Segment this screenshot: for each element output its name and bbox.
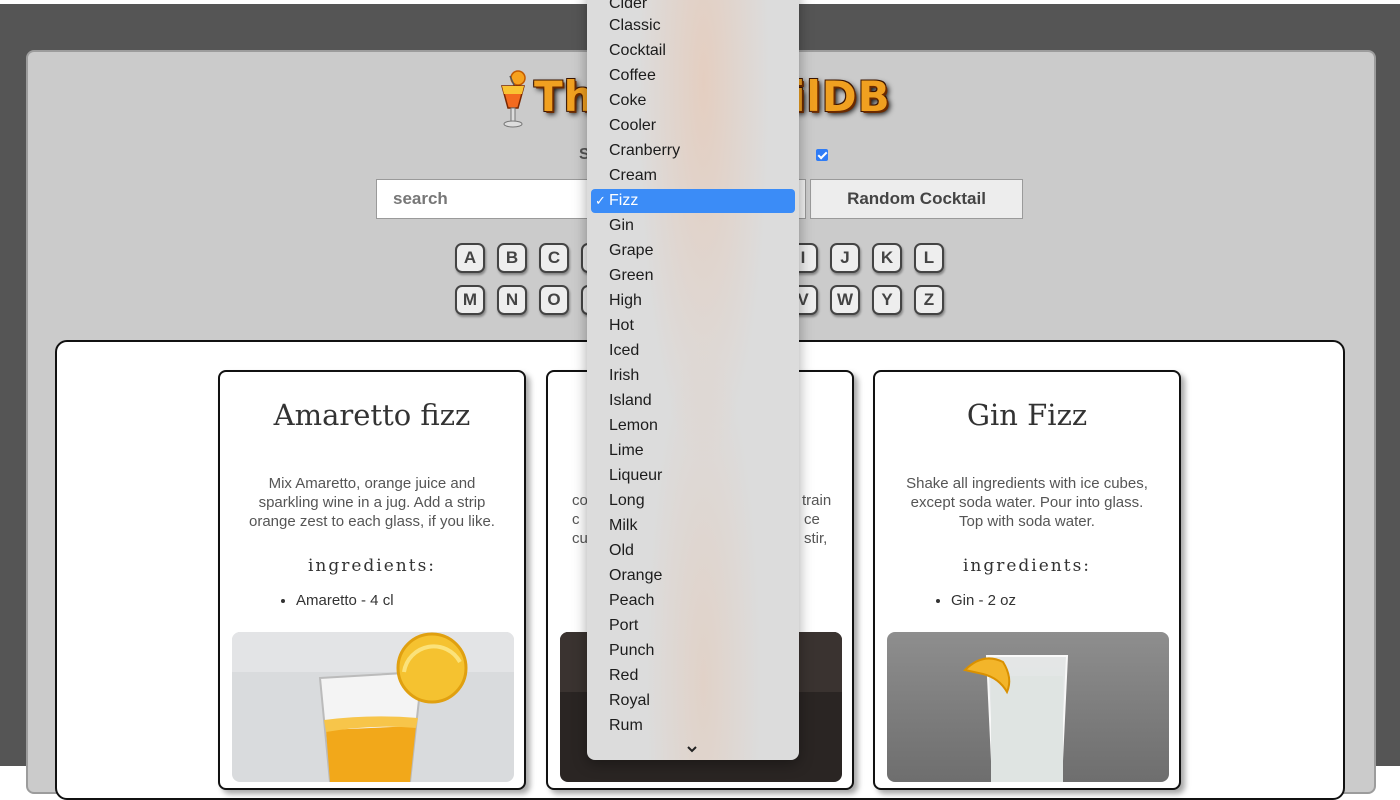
letter-button-n[interactable]: N bbox=[497, 285, 527, 315]
dropdown-option[interactable]: Rum bbox=[591, 714, 795, 738]
dropdown-option[interactable]: Iced bbox=[591, 339, 795, 363]
checkmark-icon: ✓ bbox=[595, 193, 606, 208]
alcoholic-checkbox[interactable] bbox=[816, 149, 828, 161]
card-description-fragment: ce bbox=[804, 511, 820, 528]
cocktail-image bbox=[887, 632, 1169, 782]
cocktail-card[interactable]: Amaretto fizz Mix Amaretto, orange juice… bbox=[218, 370, 526, 790]
category-dropdown-menu[interactable]: Cider Classic Cocktail Coffee Coke Coole… bbox=[587, 0, 799, 760]
random-cocktail-button[interactable]: Random Cocktail bbox=[810, 179, 1023, 219]
dropdown-option[interactable]: Old bbox=[591, 539, 795, 563]
dropdown-option[interactable]: Liqueur bbox=[591, 464, 795, 488]
dropdown-option[interactable]: Gin bbox=[591, 214, 795, 238]
letter-button-y[interactable]: Y bbox=[872, 285, 902, 315]
ingredient-item: Amaretto - 4 cl bbox=[296, 592, 394, 609]
dropdown-option[interactable]: Cranberry bbox=[591, 139, 795, 163]
letter-button-a[interactable]: A bbox=[455, 243, 485, 273]
card-description-fragment: cu bbox=[572, 530, 588, 547]
dropdown-option[interactable]: Port bbox=[591, 614, 795, 638]
dropdown-option-label: Fizz bbox=[609, 192, 639, 209]
cocktail-image bbox=[232, 632, 514, 782]
card-description-fragment: stir, bbox=[804, 530, 828, 547]
dropdown-option[interactable]: Grape bbox=[591, 239, 795, 263]
dropdown-option[interactable]: Cream bbox=[591, 164, 795, 188]
dropdown-option[interactable]: Orange bbox=[591, 564, 795, 588]
card-description-fragment: c bbox=[572, 511, 580, 528]
letter-button-c[interactable]: C bbox=[539, 243, 569, 273]
dropdown-option[interactable]: Coke bbox=[591, 89, 795, 113]
dropdown-option[interactable]: High bbox=[591, 289, 795, 313]
dropdown-option[interactable]: Red bbox=[591, 664, 795, 688]
search-input[interactable] bbox=[376, 179, 608, 219]
dropdown-option[interactable]: Cooler bbox=[591, 114, 795, 138]
letter-button-k[interactable]: K bbox=[872, 243, 902, 273]
letter-button-z[interactable]: Z bbox=[914, 285, 944, 315]
dropdown-option[interactable]: Green bbox=[591, 264, 795, 288]
ingredients-list: Amaretto - 4 cl bbox=[282, 592, 394, 609]
ingredients-list: Gin - 2 oz bbox=[937, 592, 1016, 609]
dropdown-option[interactable]: Coffee bbox=[591, 64, 795, 88]
dropdown-option-selected[interactable]: ✓ Fizz bbox=[591, 189, 795, 213]
ingredient-item: Gin - 2 oz bbox=[951, 592, 1016, 609]
dropdown-option[interactable]: Royal bbox=[591, 689, 795, 713]
dropdown-option[interactable]: Peach bbox=[591, 589, 795, 613]
dropdown-option[interactable]: Cocktail bbox=[591, 39, 795, 63]
dropdown-option[interactable]: Lime bbox=[591, 439, 795, 463]
card-description-fragment: train bbox=[802, 492, 832, 509]
letter-button-b[interactable]: B bbox=[497, 243, 527, 273]
dropdown-option[interactable]: Hot bbox=[591, 314, 795, 338]
dropdown-option[interactable]: Irish bbox=[591, 364, 795, 388]
letter-button-m[interactable]: M bbox=[455, 285, 485, 315]
card-title: Amaretto fizz bbox=[273, 398, 471, 432]
card-description-fragment: co bbox=[572, 492, 588, 509]
dropdown-option[interactable]: Long bbox=[591, 489, 795, 513]
dropdown-option[interactable]: Milk bbox=[591, 514, 795, 538]
ingredients-heading: ingredients: bbox=[307, 556, 437, 576]
card-title: Gin Fizz bbox=[966, 398, 1088, 432]
dropdown-option[interactable]: Lemon bbox=[591, 414, 795, 438]
ingredients-heading: ingredients: bbox=[962, 556, 1092, 576]
dropdown-option[interactable]: Punch bbox=[591, 639, 795, 663]
letter-button-w[interactable]: W bbox=[830, 285, 860, 315]
cocktail-card[interactable]: Gin Fizz Shake all ingredients with ice … bbox=[873, 370, 1181, 790]
letter-button-l[interactable]: L bbox=[914, 243, 944, 273]
dropdown-option[interactable]: Classic bbox=[591, 14, 795, 38]
dropdown-option[interactable]: Island bbox=[591, 389, 795, 413]
card-description: Mix Amaretto, orange juice and sparkling… bbox=[249, 475, 495, 530]
letter-button-j[interactable]: J bbox=[830, 243, 860, 273]
card-description: Shake all ingredients with ice cubes, ex… bbox=[906, 475, 1148, 530]
cocktail-glass-icon bbox=[501, 70, 526, 128]
letter-button-o[interactable]: O bbox=[539, 285, 569, 315]
chevron-down-icon[interactable] bbox=[685, 742, 699, 756]
